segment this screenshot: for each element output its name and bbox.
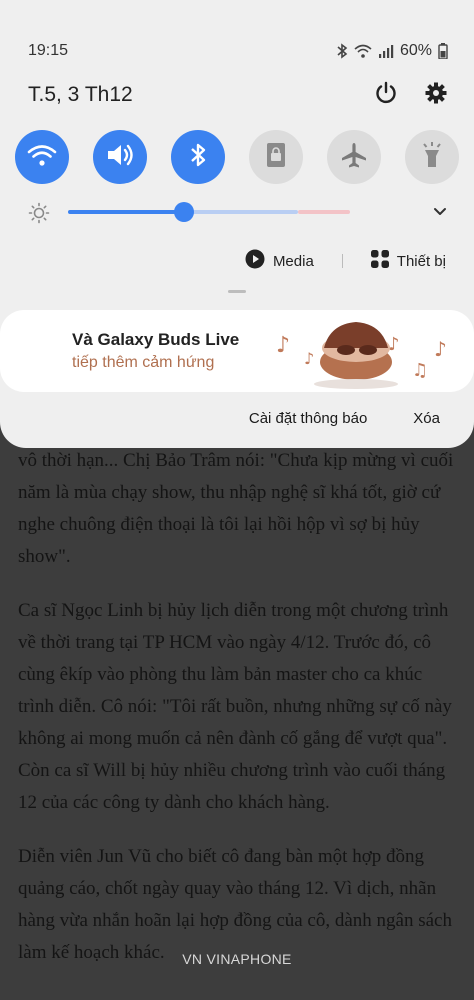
devices-button[interactable]: Thiết bị xyxy=(370,250,446,272)
media-device-row: Media Thiết bị xyxy=(245,248,446,274)
media-label: Media xyxy=(272,252,314,270)
brightness-thumb[interactable] xyxy=(174,202,194,222)
svg-text:♪: ♪ xyxy=(304,349,314,368)
divider xyxy=(341,254,343,268)
wifi-icon xyxy=(27,143,57,172)
devices-label: Thiết bị xyxy=(396,252,446,270)
battery-percent: 60% xyxy=(399,42,432,59)
brightness-track xyxy=(186,210,298,214)
brightness-slider[interactable] xyxy=(28,200,448,224)
media-button[interactable]: Media xyxy=(245,249,314,273)
flashlight-icon xyxy=(420,141,444,174)
ad-title: Và Galaxy Buds Live xyxy=(72,330,240,349)
article-paragraph: Ca sĩ Ngọc Linh bị hủy lịch diễn trong m… xyxy=(18,600,452,813)
devices-icon xyxy=(370,250,389,272)
flashlight-toggle[interactable] xyxy=(405,130,459,184)
rotation-lock-toggle[interactable] xyxy=(249,130,303,184)
notification-panel: 19:15 60% T.5, 3 Th12 Media Thiết bị Và … xyxy=(0,0,474,448)
brightness-track-high xyxy=(298,210,350,214)
drag-handle[interactable] xyxy=(228,290,246,293)
gear-icon[interactable] xyxy=(424,81,448,110)
article-paragraph: vô thời hạn... Chị Bảo Trâm nói: "Chưa k… xyxy=(18,450,454,567)
rotation-lock-icon xyxy=(265,141,287,174)
quick-settings xyxy=(15,130,459,184)
signal-icon xyxy=(378,44,394,58)
bluetooth-status-icon xyxy=(336,43,348,59)
svg-text:♪: ♪ xyxy=(388,334,400,355)
carrier-label: VN VINAPHONE xyxy=(182,951,292,967)
battery-icon xyxy=(438,43,448,59)
sound-toggle[interactable] xyxy=(93,130,147,184)
status-icons: 60% xyxy=(336,42,448,60)
bluetooth-icon xyxy=(189,141,207,174)
chevron-down-icon[interactable] xyxy=(432,204,448,225)
status-bar: 19:15 60% xyxy=(28,40,448,62)
status-time: 19:15 xyxy=(28,42,69,59)
brightness-icon xyxy=(28,202,50,229)
svg-text:♪: ♪ xyxy=(434,337,447,361)
ad-notification-card[interactable]: Và Galaxy Buds Live tiếp thêm cảm hứng ♪… xyxy=(0,310,474,392)
power-icon[interactable] xyxy=(374,81,398,110)
wifi-toggle[interactable] xyxy=(15,130,69,184)
play-icon xyxy=(245,249,265,273)
date-row: T.5, 3 Th12 xyxy=(28,80,448,110)
airplane-icon xyxy=(340,141,368,174)
notification-actions: Cài đặt thông báo Xóa xyxy=(249,410,440,427)
wifi-status-icon xyxy=(354,44,372,58)
svg-text:♫: ♫ xyxy=(412,360,428,381)
clear-button[interactable]: Xóa xyxy=(413,410,440,427)
ad-subtitle: tiếp thêm cảm hứng xyxy=(72,354,215,371)
brightness-track-filled xyxy=(68,210,186,214)
volume-icon xyxy=(105,142,135,173)
earbuds-artwork: ♪ ♪ ♪ ♫ ♪ xyxy=(276,322,447,389)
svg-text:♪: ♪ xyxy=(276,333,290,358)
date-label: T.5, 3 Th12 xyxy=(28,83,133,106)
airplane-mode-toggle[interactable] xyxy=(327,130,381,184)
article-paragraph: Diễn viên Jun Vũ cho biết cô đang bàn mộ… xyxy=(18,846,452,963)
bluetooth-toggle[interactable] xyxy=(171,130,225,184)
notification-settings-button[interactable]: Cài đặt thông báo xyxy=(249,410,367,427)
